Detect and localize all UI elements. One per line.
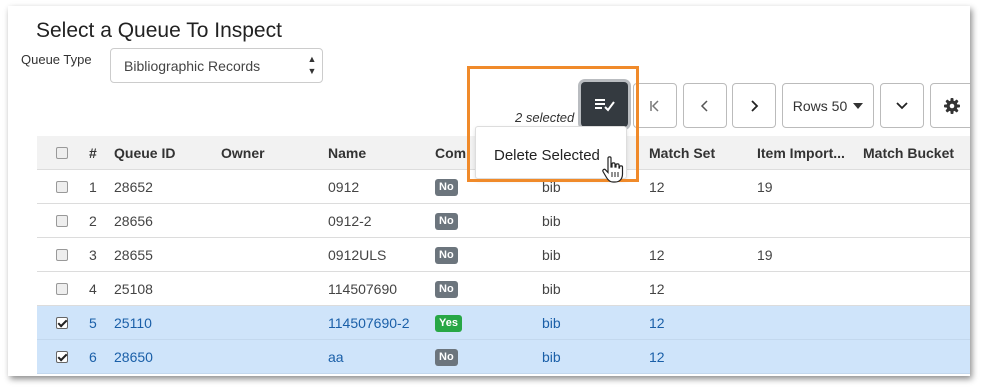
complete-badge: No [435, 213, 458, 230]
header-item-import[interactable]: Item Import... [757, 145, 845, 161]
header-match-set[interactable]: Match Set [649, 145, 715, 161]
table-row[interactable]: 2 28656 0912-2 No bib [37, 204, 970, 238]
row-queue-id: 28656 [114, 213, 153, 229]
row-type: bib [542, 315, 561, 331]
complete-badge: No [435, 247, 458, 264]
row-num: 1 [89, 179, 97, 195]
chevron-right-icon [751, 99, 759, 112]
delete-selected-menu-item[interactable]: Delete Selected [494, 147, 600, 164]
rows-per-page-button[interactable]: Rows 50 [782, 83, 874, 128]
row-type: bib [542, 247, 561, 263]
rows-per-page-label: Rows 50 [792, 97, 848, 114]
complete-badge: No [435, 179, 458, 196]
list-check-icon [594, 98, 615, 112]
row-num: 6 [89, 349, 97, 365]
header-queue-id[interactable]: Queue ID [114, 145, 175, 161]
row-num: 3 [89, 247, 97, 263]
row-checkbox[interactable] [56, 283, 68, 295]
row-queue-id: 28655 [114, 247, 153, 263]
queue-inspector-panel: Select a Queue To Inspect Queue Type Bib… [8, 6, 970, 376]
row-type: bib [542, 179, 561, 195]
row-queue-id: 25108 [114, 281, 153, 297]
queue-type-label: Queue Type [21, 52, 92, 67]
row-num: 4 [89, 281, 97, 297]
header-num: # [89, 145, 97, 161]
row-queue-id: 25110 [114, 315, 152, 331]
actions-for-selected-button[interactable] [581, 82, 628, 127]
row-queue-id: 28650 [114, 349, 153, 365]
selection-count: 2 selected [515, 110, 575, 125]
queue-type-value: Bibliographic Records [124, 58, 261, 74]
first-page-button[interactable] [633, 83, 677, 128]
chevron-down-icon [896, 101, 908, 109]
header-match-bucket[interactable]: Match Bucket [863, 145, 954, 161]
select-arrows-icon: ▲ ▼ [307, 54, 317, 76]
previous-page-button[interactable] [683, 83, 727, 128]
row-match-set: 12 [649, 315, 665, 331]
row-match-set: 12 [649, 281, 665, 297]
gear-icon [944, 97, 960, 114]
row-name: 114507690 [328, 281, 398, 297]
row-item-import: 19 [757, 179, 773, 195]
table-row[interactable]: 3 28655 0912ULS No bib 12 19 [37, 238, 970, 272]
row-name: aa [328, 349, 344, 365]
row-type: bib [542, 349, 561, 365]
table-row[interactable]: 5 25110 114507690-2 Yes bib 12 [37, 306, 970, 340]
header-name[interactable]: Name [328, 145, 366, 161]
row-checkbox[interactable] [56, 351, 68, 363]
row-checkbox[interactable] [56, 181, 68, 193]
row-name: 0912ULS [328, 247, 387, 263]
complete-badge: No [435, 349, 458, 366]
row-match-set: 12 [649, 349, 665, 365]
select-all-checkbox[interactable] [56, 147, 68, 159]
row-checkbox[interactable] [56, 215, 68, 227]
row-name: 0912 [328, 179, 360, 195]
row-name: 114507690-2 [328, 315, 410, 331]
page-title: Select a Queue To Inspect [36, 19, 282, 42]
complete-badge: Yes [435, 315, 462, 332]
row-match-set: 12 [649, 179, 665, 195]
row-checkbox[interactable] [56, 249, 68, 261]
chevron-left-icon [700, 99, 708, 112]
table-row[interactable]: 4 25108 114507690 No bib 12 [37, 272, 970, 306]
row-type: bib [542, 213, 561, 229]
row-queue-id: 28652 [114, 179, 153, 195]
first-page-icon [650, 99, 659, 112]
header-owner[interactable]: Owner [221, 145, 265, 161]
row-num: 2 [89, 213, 97, 229]
row-num: 5 [89, 315, 97, 331]
row-checkbox[interactable] [56, 317, 68, 329]
row-item-import: 19 [757, 247, 773, 263]
next-page-button[interactable] [732, 83, 776, 128]
grid-settings-button[interactable] [930, 83, 970, 128]
complete-badge: No [435, 281, 458, 298]
row-name: 0912-2 [328, 213, 372, 229]
expand-rows-button[interactable] [880, 83, 924, 128]
hand-pointer-icon [602, 156, 624, 183]
table-row[interactable]: 6 28650 aa No bib 12 [37, 340, 970, 374]
queue-type-select[interactable]: Bibliographic Records ▲ ▼ [110, 48, 323, 83]
row-type: bib [542, 281, 561, 297]
caret-down-icon [853, 102, 864, 109]
header-complete[interactable]: Com [435, 145, 466, 161]
row-match-set: 12 [649, 247, 665, 263]
